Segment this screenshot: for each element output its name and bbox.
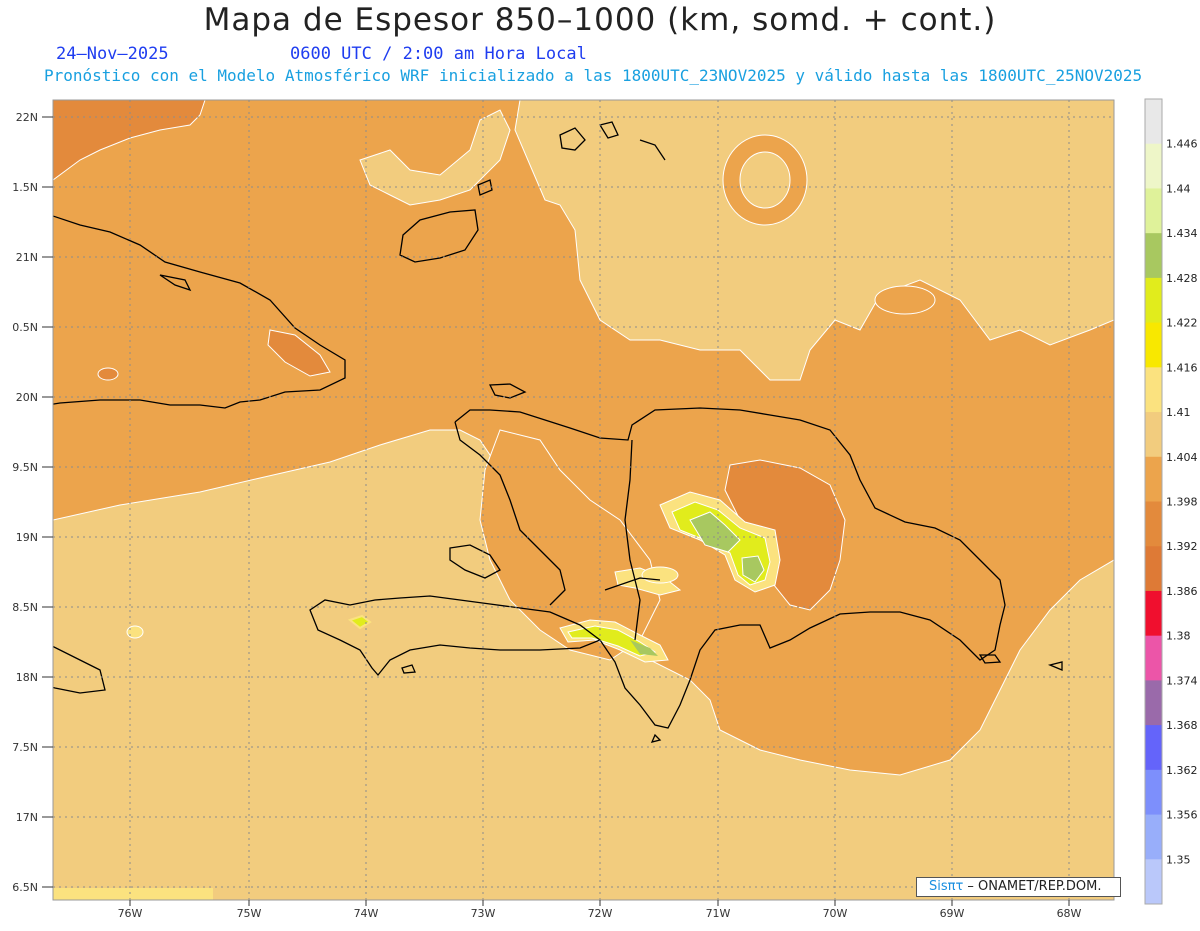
lat-label: 18N <box>16 671 38 684</box>
credit-sis: Sisπτ <box>929 879 964 894</box>
lon-label: 74W <box>354 907 379 920</box>
colorbar-swatch <box>1145 456 1162 502</box>
colorbar-label: 1.41 <box>1166 406 1191 419</box>
colorbar-swatch <box>1145 99 1162 145</box>
lon-label: 69W <box>940 907 965 920</box>
thickness-map: 22N 1.5N 21N 0.5N 20N 9.5N 19N 8.5N 18N … <box>0 0 1200 927</box>
lon-label: 68W <box>1057 907 1082 920</box>
lon-label: 70W <box>823 907 848 920</box>
colorbar-swatch <box>1145 546 1162 592</box>
colorbar-label: 1.416 <box>1166 361 1198 374</box>
colorbar-label: 1.404 <box>1166 451 1198 464</box>
patch-3 <box>874 285 936 315</box>
patch-5 <box>97 367 119 381</box>
colorbar-swatch <box>1145 814 1162 860</box>
lon-label: 73W <box>471 907 496 920</box>
colorbar-swatch <box>1145 143 1162 189</box>
credit-org: – ONAMET/REP.DOM. <box>963 879 1102 894</box>
colorbar-label: 1.38 <box>1166 630 1191 643</box>
lat-label: 22N <box>16 111 38 124</box>
lat-label: 7.5N <box>12 741 38 754</box>
colorbar-swatch <box>1145 412 1162 458</box>
patch-7 <box>53 888 213 900</box>
lat-label: 8.5N <box>12 601 38 614</box>
lat-label: 0.5N <box>12 321 38 334</box>
colorbar-label: 1.368 <box>1166 719 1198 732</box>
colorbar-swatch <box>1145 769 1162 816</box>
colorbar-label: 1.35 <box>1166 853 1191 866</box>
lat-label: 19N <box>16 531 38 544</box>
lat-label: 9.5N <box>12 461 38 474</box>
latitude-ticks <box>42 116 53 888</box>
patch-2 <box>739 151 791 209</box>
longitude-labels: 76W 75W 74W 73W 72W 71W 70W 69W 68W <box>118 907 1082 920</box>
colorbar-swatch <box>1145 277 1162 324</box>
longitude-ticks <box>129 900 1070 906</box>
colorbar-swatch <box>1145 233 1162 279</box>
colorbar-swatch <box>1145 725 1162 771</box>
colorbar-label: 1.356 <box>1166 809 1198 822</box>
colorbar-swatch <box>1145 188 1162 234</box>
colorbar-swatch <box>1145 590 1162 637</box>
colorbar-swatch <box>1145 322 1162 368</box>
colorbar-label: 1.392 <box>1166 540 1198 553</box>
patch-4 <box>126 625 144 639</box>
colorbar-swatch <box>1145 859 1162 905</box>
colorbar-label: 1.362 <box>1166 764 1198 777</box>
lat-label: 21N <box>16 251 38 264</box>
colorbar-label: 1.44 <box>1166 182 1191 195</box>
credit-box: Sisπτ – ONAMET/REP.DOM. <box>916 877 1121 897</box>
colorbar: 1.446 1.44 1.434 1.428 1.422 1.416 1.41 1.404 1.… <box>1144 98 1198 905</box>
lon-label: 71W <box>706 907 731 920</box>
colorbar-label: 1.434 <box>1166 227 1198 240</box>
lon-label: 72W <box>588 907 613 920</box>
colorbar-swatch <box>1145 635 1162 681</box>
colorbar-swatch <box>1145 501 1162 547</box>
colorbar-label: 1.374 <box>1166 674 1198 687</box>
lat-label: 17N <box>16 811 38 824</box>
lat-label: 6.5N <box>12 881 38 894</box>
lat-label: 1.5N <box>12 181 38 194</box>
latitude-labels: 22N 1.5N 21N 0.5N 20N 9.5N 19N 8.5N 18N … <box>12 111 38 894</box>
lon-label: 75W <box>237 907 262 920</box>
colorbar-label: 1.428 <box>1166 272 1198 285</box>
colorbar-swatch <box>1145 680 1162 726</box>
colorbar-swatch <box>1145 367 1162 413</box>
colorbar-label: 1.398 <box>1166 496 1198 509</box>
colorbar-label: 1.422 <box>1166 317 1198 330</box>
lat-label: 20N <box>16 391 38 404</box>
patch-6 <box>641 566 679 584</box>
lon-label: 76W <box>118 907 143 920</box>
colorbar-label: 1.446 <box>1166 138 1198 151</box>
colorbar-label: 1.386 <box>1166 585 1198 598</box>
